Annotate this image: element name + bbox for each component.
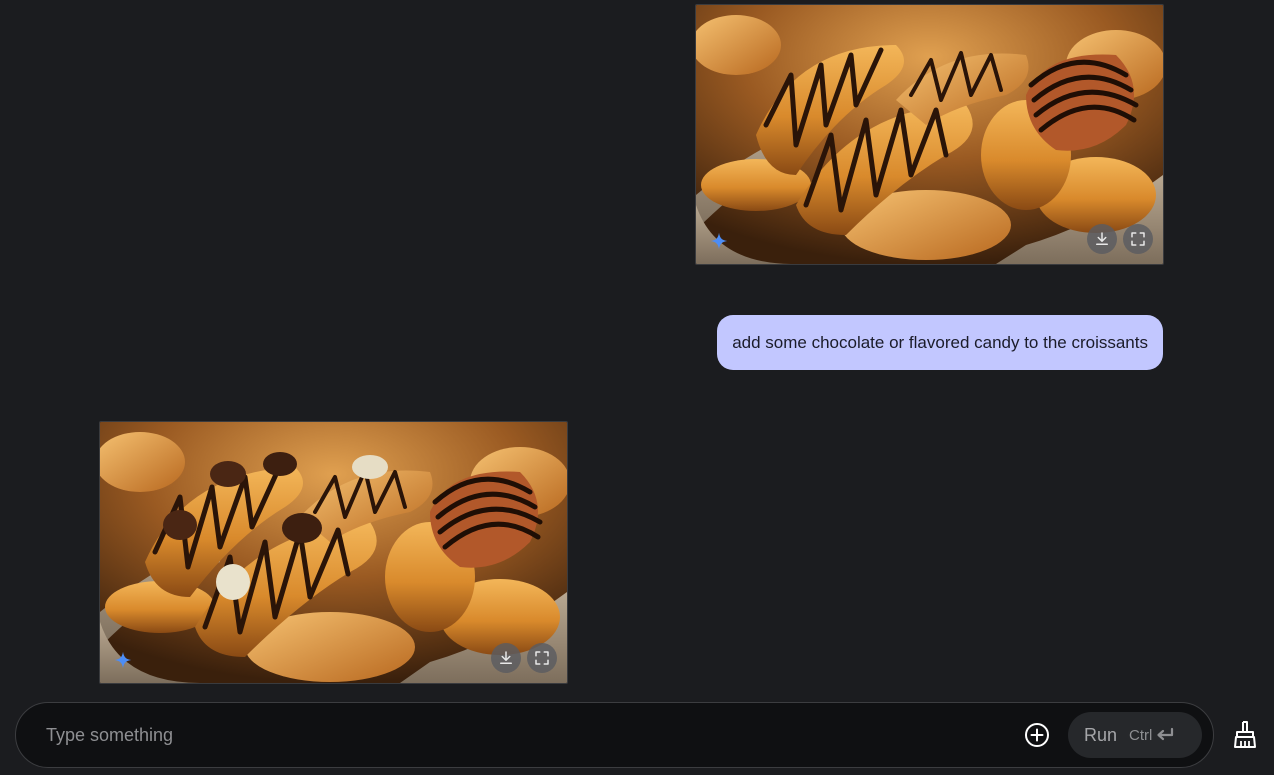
run-button-label: Run [1084,724,1118,745]
download-button[interactable] [491,643,521,673]
run-shortcut-ctrl: Ctrl [1129,726,1153,744]
image-actions [1087,224,1153,254]
add-circle-icon [1025,723,1049,747]
prompt-input[interactable] [16,723,1022,747]
chat-app: add some chocolate or flavored candy to … [0,0,1274,775]
generated-image-top[interactable] [695,4,1164,265]
image-actions [491,643,557,673]
download-icon [1096,232,1108,245]
add-media-button[interactable] [1022,720,1052,750]
download-button[interactable] [1087,224,1117,254]
enter-key-icon [1157,727,1174,741]
sparkle-icon [114,651,132,669]
run-button[interactable]: Run Ctrl [1068,712,1202,758]
user-message-bubble: add some chocolate or flavored candy to … [717,315,1163,370]
user-message-text: add some chocolate or flavored candy to … [732,332,1148,352]
fullscreen-button[interactable] [1123,224,1153,254]
fullscreen-button[interactable] [527,643,557,673]
download-icon [500,651,512,664]
sparkle-icon [710,232,728,250]
fullscreen-icon [1131,232,1145,246]
prompt-composer: Run Ctrl [15,702,1214,768]
run-shortcut-hint: Ctrl [1129,727,1175,744]
clear-chat-button[interactable] [1230,719,1260,751]
generated-image-bottom[interactable] [99,421,568,684]
fullscreen-icon [535,651,549,665]
broom-icon [1234,721,1256,748]
